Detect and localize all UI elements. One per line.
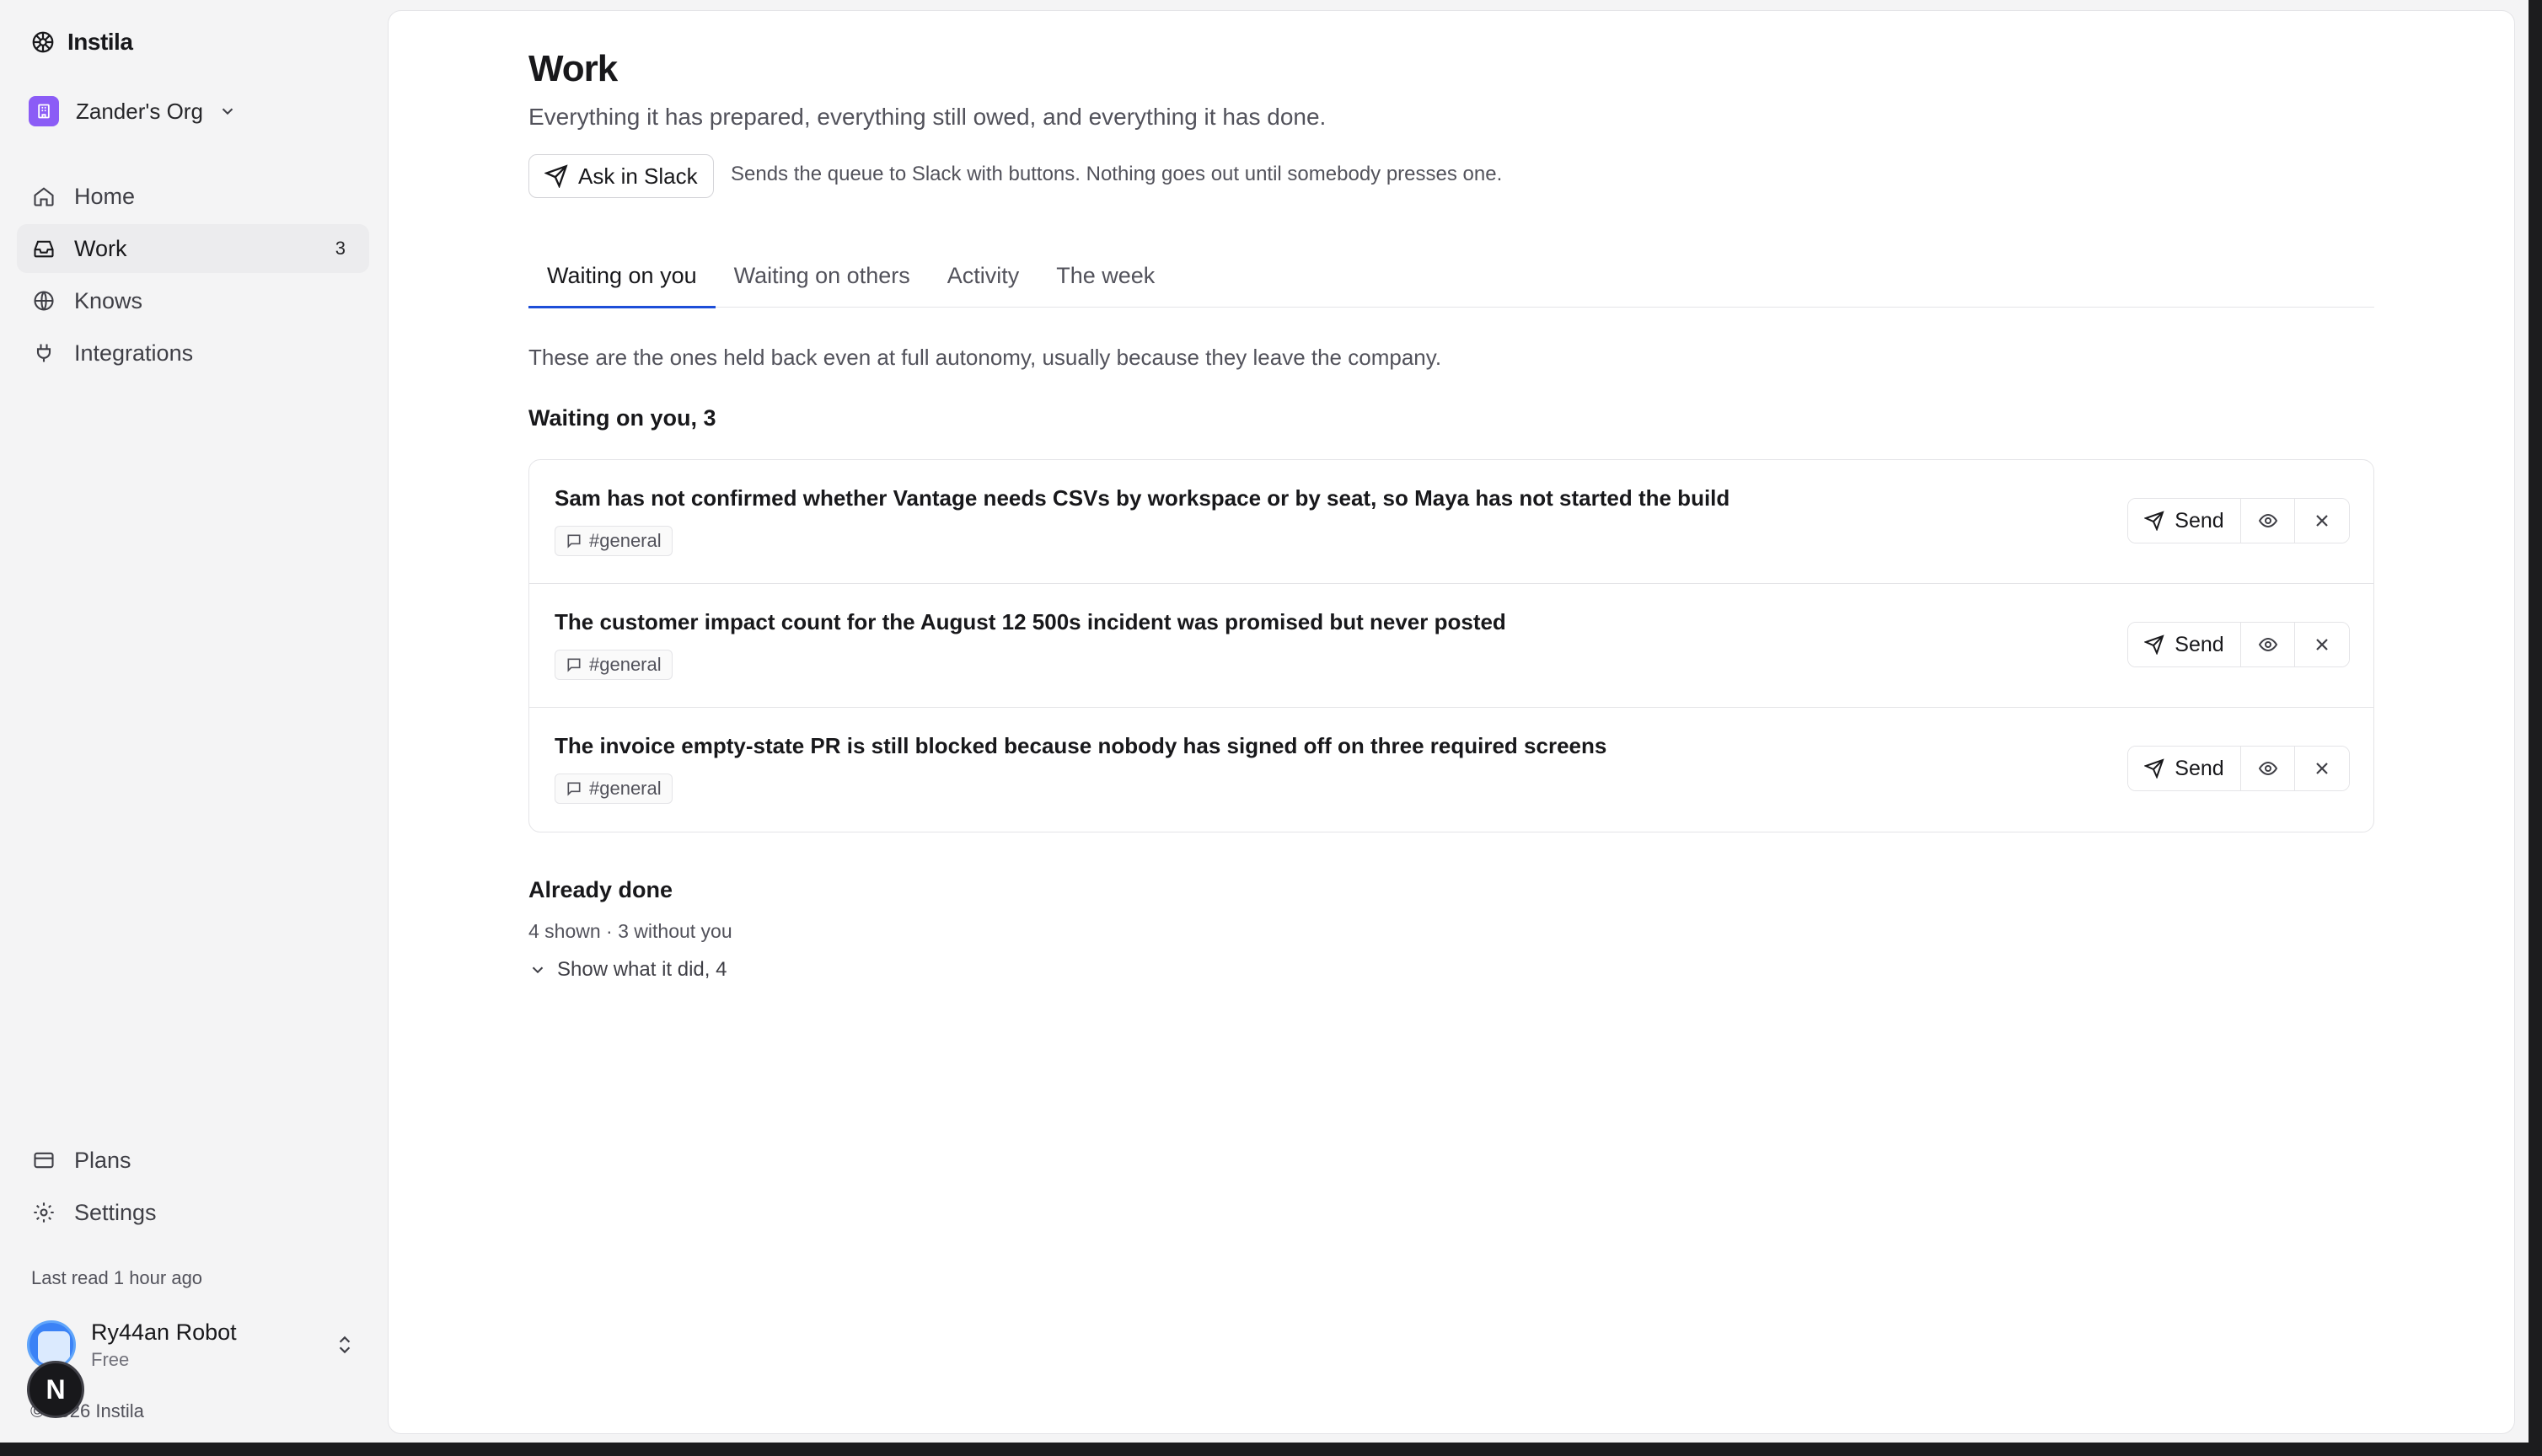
- screen-edge-bottom: [0, 1443, 2542, 1456]
- user-name: Ry44an Robot: [91, 1319, 237, 1345]
- globe-icon: [34, 291, 54, 311]
- waiting-list: Sam has not confirmed whether Vantage ne…: [528, 459, 2374, 832]
- chevron-down-icon: [222, 108, 233, 115]
- dismiss-button[interactable]: [2295, 499, 2349, 543]
- sidebar-item-knows[interactable]: Knows: [17, 276, 369, 325]
- sidebar-item-label: Integrations: [74, 340, 194, 366]
- tab-activity[interactable]: Activity: [929, 244, 1038, 308]
- gear-icon: [34, 1202, 54, 1223]
- item-title: Sam has not confirmed whether Vantage ne…: [555, 485, 1730, 511]
- message-icon: [567, 534, 581, 549]
- channel-name: #general: [589, 530, 662, 551]
- main-panel: Work Everything it has prepared, everyth…: [388, 10, 2515, 1434]
- send-button[interactable]: Send: [2128, 499, 2241, 543]
- close-icon: [2316, 763, 2328, 774]
- already-done-meta: 4 shown · 3 without you: [528, 920, 732, 942]
- tab-the-week[interactable]: The week: [1038, 244, 1173, 308]
- sidebar-item-home[interactable]: Home: [17, 172, 369, 221]
- ask-in-slack-button[interactable]: Ask in Slack: [528, 154, 714, 198]
- floating-action-button[interactable]: N: [27, 1361, 84, 1418]
- screen-edge-right: [2529, 0, 2542, 1456]
- org-switcher[interactable]: Zander's Org: [29, 94, 237, 128]
- app-window: Instila Zander's Org Home Work 3 Knows I…: [0, 0, 2529, 1443]
- channel-tag[interactable]: #general: [555, 650, 673, 680]
- send-icon: [2144, 758, 2164, 779]
- slack-note: Sends the queue to Slack with buttons. N…: [731, 163, 1503, 185]
- item-actions: Send: [2127, 622, 2350, 667]
- send-button[interactable]: Send: [2128, 747, 2241, 790]
- user-plan: Free: [91, 1348, 130, 1370]
- item-actions: Send: [2127, 746, 2350, 791]
- plug-icon: [36, 344, 51, 362]
- send-label: Send: [2175, 756, 2224, 780]
- preview-button[interactable]: [2241, 499, 2295, 543]
- message-icon: [567, 782, 581, 796]
- sidebar-item-label: Settings: [74, 1199, 157, 1225]
- sidebar-item-label: Knows: [74, 287, 143, 313]
- channel-name: #general: [589, 778, 662, 799]
- ask-in-slack-label: Ask in Slack: [578, 163, 698, 189]
- org-name: Zander's Org: [76, 98, 203, 124]
- dismiss-button[interactable]: [2295, 747, 2349, 790]
- sidebar: Instila Zander's Org Home Work 3 Knows I…: [0, 0, 386, 1443]
- show-what-it-did-toggle[interactable]: Show what it did, 4: [528, 958, 727, 982]
- send-icon: [2144, 511, 2164, 531]
- send-label: Send: [2175, 632, 2224, 656]
- building-icon: [29, 96, 59, 126]
- brand-name: Instila: [67, 29, 133, 55]
- already-done-heading: Already done: [528, 877, 673, 902]
- toggle-label: Show what it did, 4: [557, 958, 727, 981]
- list-item: The invoice empty-state PR is still bloc…: [529, 708, 2373, 832]
- sidebar-item-work[interactable]: Work 3: [17, 224, 369, 273]
- channel-name: #general: [589, 654, 662, 675]
- home-icon: [34, 187, 54, 206]
- dismiss-button[interactable]: [2295, 623, 2349, 666]
- inbox-icon: [34, 240, 54, 258]
- sidebar-bottom-nav: Plans Settings: [17, 1136, 369, 1240]
- instila-logo-icon: [32, 31, 54, 53]
- eye-icon: [2258, 513, 2277, 528]
- channel-tag[interactable]: #general: [555, 526, 673, 556]
- credit-card-icon: [34, 1152, 54, 1169]
- preview-button[interactable]: [2241, 623, 2295, 666]
- close-icon: [2316, 515, 2328, 527]
- tab-bar: Waiting on you Waiting on others Activit…: [528, 244, 2374, 308]
- sidebar-item-label: Work: [74, 235, 127, 261]
- waiting-explanation: These are the ones held back even at ful…: [528, 345, 1442, 370]
- send-button[interactable]: Send: [2128, 623, 2241, 666]
- sidebar-item-integrations[interactable]: Integrations: [17, 329, 369, 377]
- item-title: The customer impact count for the August…: [555, 609, 1506, 634]
- send-icon: [2144, 634, 2164, 655]
- chevron-down-icon: [532, 966, 544, 974]
- sidebar-item-label: Plans: [74, 1147, 131, 1173]
- tab-waiting-on-you[interactable]: Waiting on you: [528, 244, 716, 308]
- message-icon: [567, 658, 581, 672]
- item-title: The invoice empty-state PR is still bloc…: [555, 733, 1607, 758]
- send-label: Send: [2175, 508, 2224, 533]
- send-icon: [544, 164, 568, 188]
- eye-icon: [2258, 761, 2277, 776]
- tab-waiting-on-others[interactable]: Waiting on others: [716, 244, 929, 308]
- list-item: The customer impact count for the August…: [529, 584, 2373, 708]
- page-subtitle: Everything it has prepared, everything s…: [528, 104, 1327, 130]
- last-read-status: Last read 1 hour ago: [31, 1267, 203, 1288]
- page-title: Work: [528, 48, 618, 89]
- brand[interactable]: Instila: [30, 25, 133, 59]
- close-icon: [2316, 639, 2328, 650]
- user-menu[interactable]: Ry44an Robot Free: [27, 1314, 364, 1375]
- sidebar-item-settings[interactable]: Settings: [17, 1188, 369, 1237]
- chevrons-up-down-icon: [339, 1336, 351, 1354]
- eye-icon: [2258, 637, 2277, 652]
- preview-button[interactable]: [2241, 747, 2295, 790]
- sidebar-nav: Home Work 3 Knows Integrations: [17, 172, 369, 381]
- list-item: Sam has not confirmed whether Vantage ne…: [529, 460, 2373, 584]
- sidebar-item-plans[interactable]: Plans: [17, 1136, 369, 1185]
- waiting-heading: Waiting on you, 3: [528, 405, 716, 431]
- channel-tag[interactable]: #general: [555, 774, 673, 804]
- item-actions: Send: [2127, 498, 2350, 543]
- work-count-badge: 3: [335, 238, 346, 259]
- sidebar-item-label: Home: [74, 183, 136, 209]
